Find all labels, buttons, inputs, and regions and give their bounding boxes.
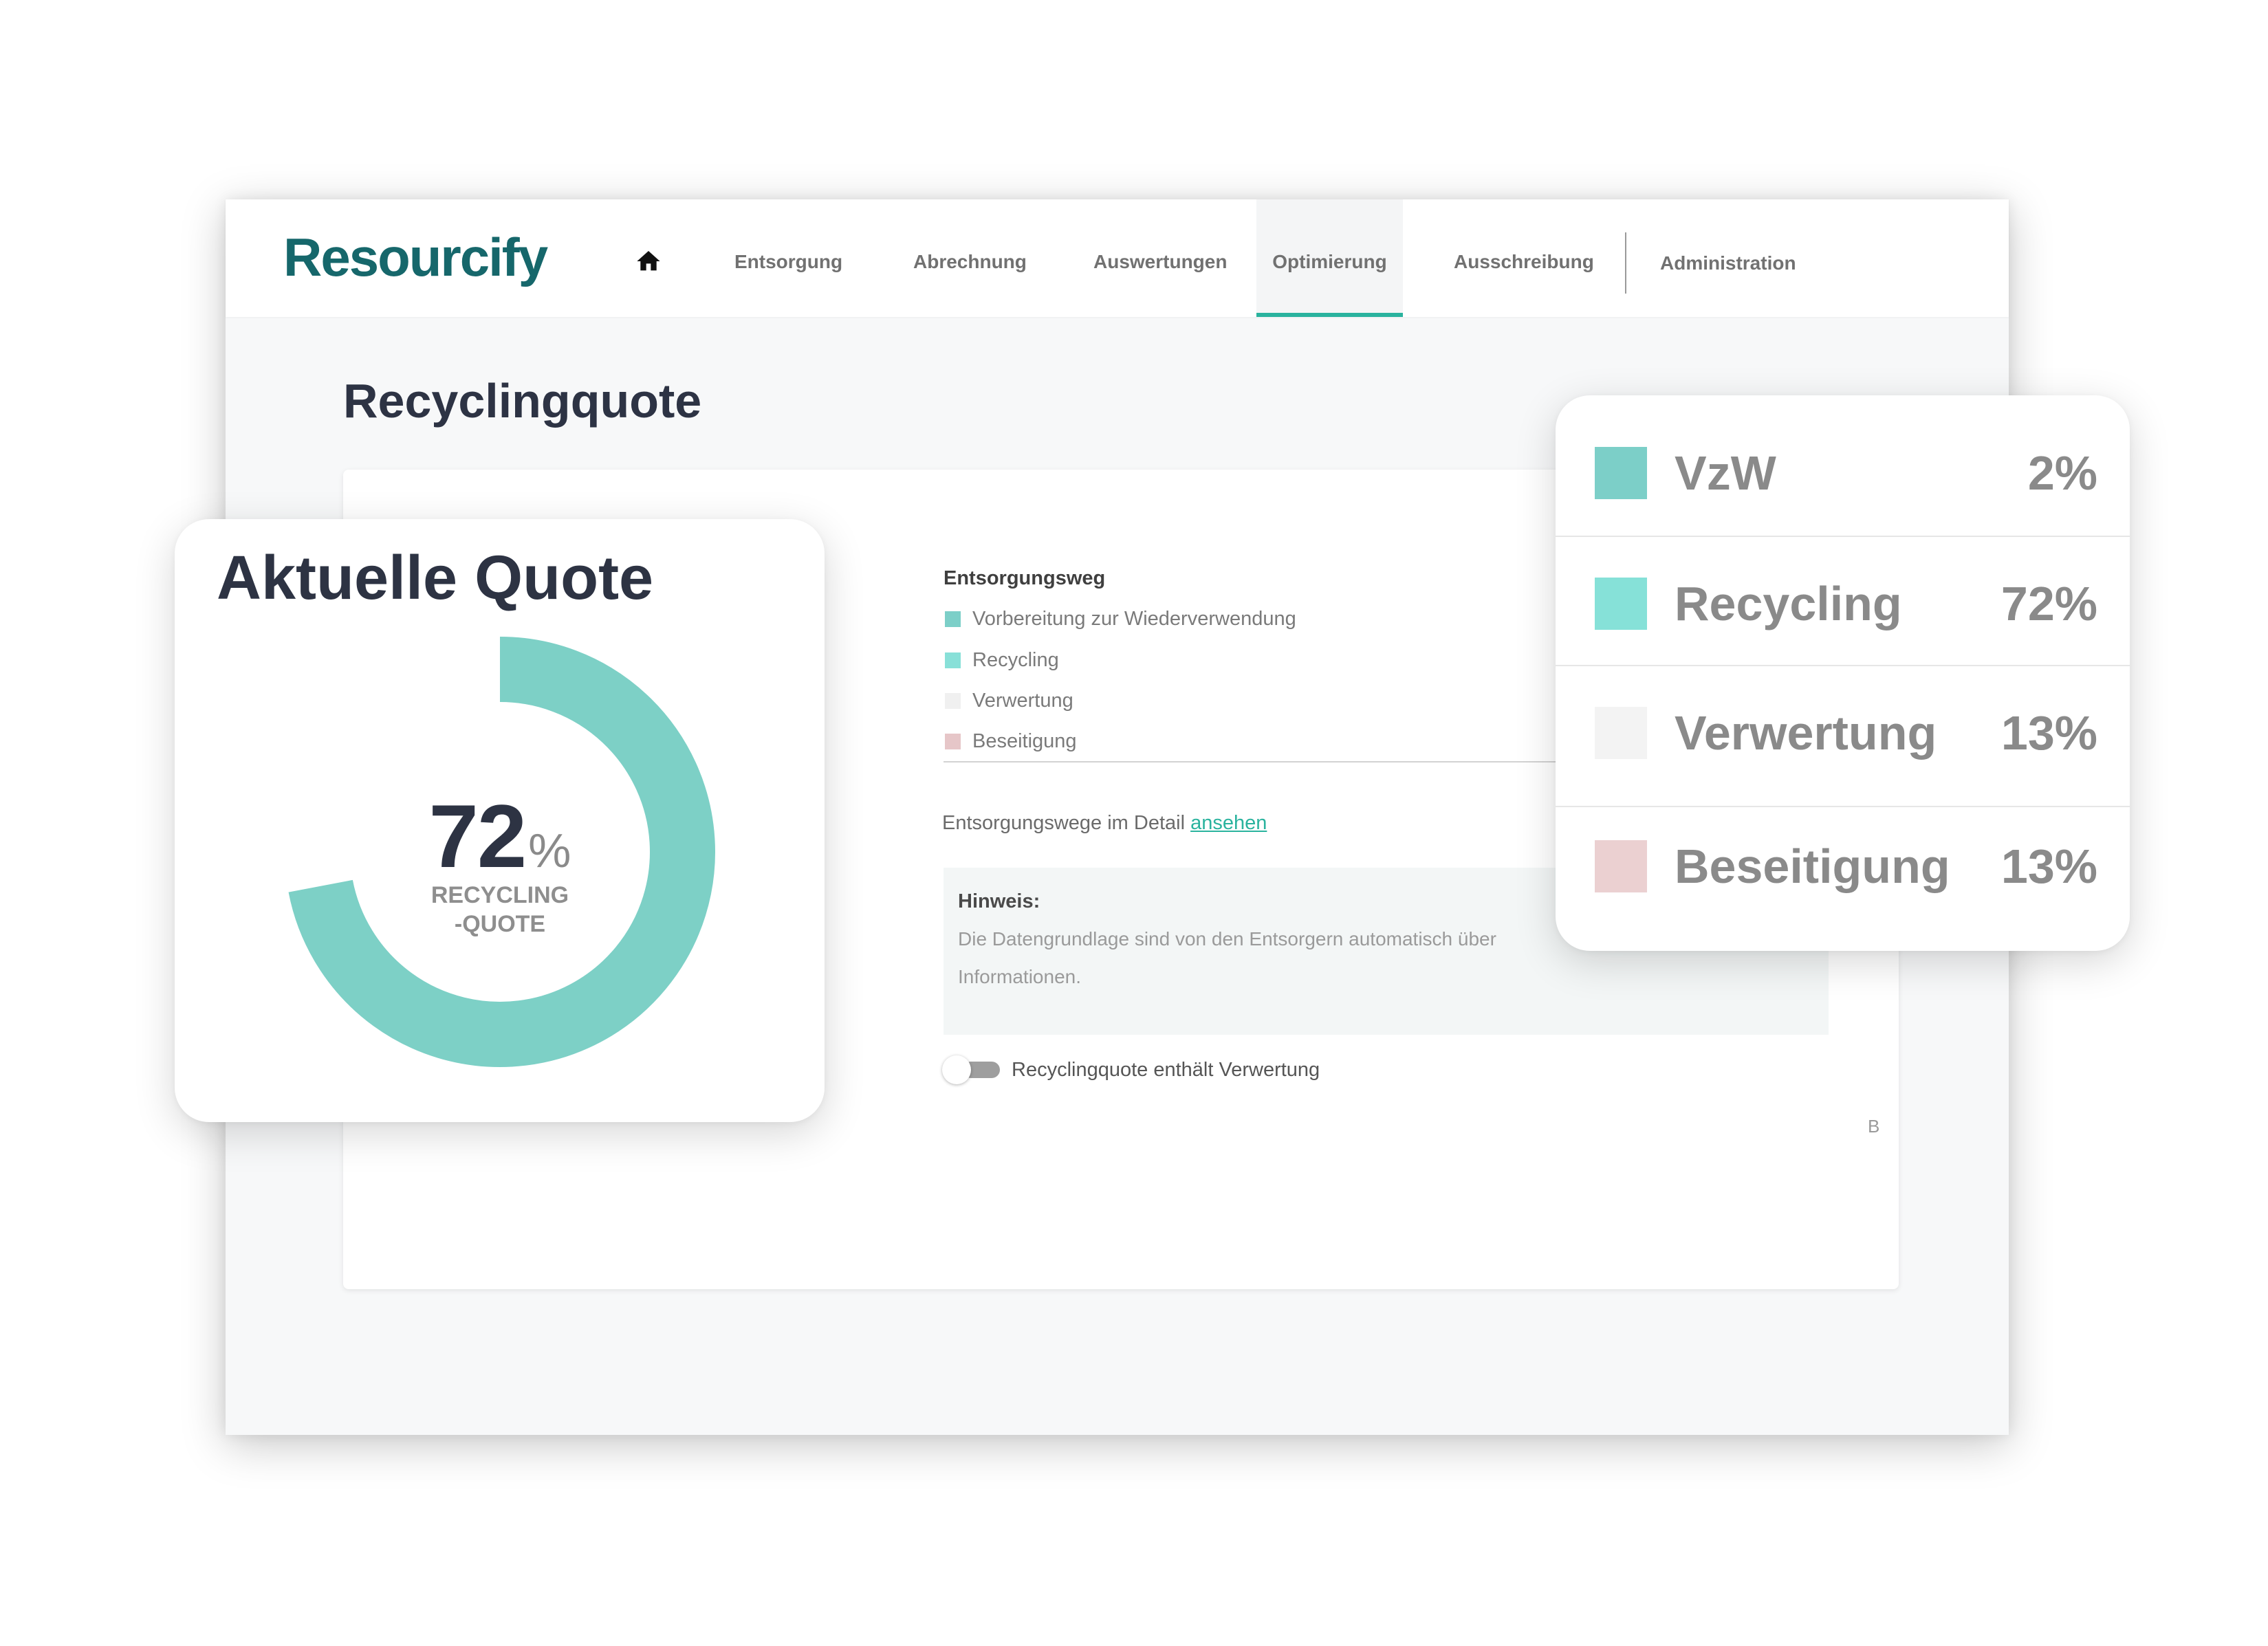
disposal-breakdown-card: VzW 2% Recycling 72% Verwertung 13% Bese… <box>1556 395 2130 951</box>
hint-text-line: Informationen. <box>958 966 1081 987</box>
legend-swatch <box>945 733 961 749</box>
breakdown-value: 13% <box>2000 706 2097 760</box>
breakdown-label: Beseitigung <box>1675 840 1950 893</box>
legend-item: Recycling <box>945 648 1059 672</box>
toggle-knob <box>942 1055 971 1084</box>
breakdown-swatch <box>1595 707 1647 759</box>
legend-swatch <box>945 611 961 627</box>
breakdown-swatch <box>1595 840 1647 892</box>
breakdown-label: Verwertung <box>1675 706 1937 760</box>
quote-card-title: Aktuelle Quote <box>217 544 654 613</box>
legend-item: Beseitigung <box>945 729 1077 754</box>
legend-label: Beseitigung <box>972 730 1077 752</box>
legend-item: Vorbereitung zur Wiederverwendung <box>945 606 1296 631</box>
page-title: Recyclingquote <box>343 374 702 428</box>
breakdown-row-beseitigung: Beseitigung 13% <box>1556 832 2130 901</box>
nav-item-optimierung[interactable]: Optimierung <box>1256 199 1403 317</box>
breakdown-label: VzW <box>1675 446 1776 500</box>
detail-text: Entsorgungswege im Detail <box>942 812 1186 834</box>
toggle-label: Recyclingquote enthält Verwertung <box>1012 1059 1320 1081</box>
breakdown-swatch <box>1595 578 1647 630</box>
detail-link[interactable]: ansehen <box>1190 812 1267 834</box>
verwertung-toggle[interactable] <box>942 1055 1000 1084</box>
top-navigation-bar: Resourcify Entsorgung Abrechnung Auswert… <box>226 199 2009 317</box>
breakdown-label: Recycling <box>1675 577 1902 630</box>
donut-caption-line: -QUOTE <box>454 911 546 937</box>
nav-item-ausschreibung[interactable]: Ausschreibung <box>1454 199 1594 317</box>
current-quote-card: Aktuelle Quote 72 % RECYCLING -QUOTE <box>175 519 825 1122</box>
hint-text-line: Die Datengrundlage sind von den Entsorge… <box>958 928 1496 950</box>
legend-label: Vorbereitung zur Wiederverwendung <box>972 608 1296 630</box>
breakdown-divider <box>1556 806 2130 807</box>
nav-item-auswertungen[interactable]: Auswertungen <box>1093 199 1227 317</box>
detail-line: Entsorgungswege im Detail ansehen <box>942 811 1267 835</box>
home-icon-glyph <box>637 251 660 271</box>
quote-unit: % <box>528 824 571 877</box>
legend-title: Entsorgungsweg <box>944 567 1106 589</box>
breakdown-value: 2% <box>2027 446 2097 500</box>
breakdown-divider <box>1556 665 2130 666</box>
legend-swatch <box>945 652 961 668</box>
nav-item-entsorgung[interactable]: Entsorgung <box>734 199 842 317</box>
breakdown-row-verwertung: Verwertung 13% <box>1556 699 2130 767</box>
hint-title: Hinweis: <box>958 890 1040 912</box>
donut-center-value: 72 % <box>362 791 637 881</box>
breakdown-row-recycling: Recycling 72% <box>1556 569 2130 638</box>
quote-percentage: 72 <box>428 786 527 886</box>
breakdown-value: 13% <box>2000 840 2097 893</box>
breakdown-divider <box>1556 536 2130 537</box>
donut-caption-line: RECYCLING <box>430 882 569 908</box>
corner-label: B <box>1868 1116 1880 1137</box>
breakdown-swatch <box>1595 447 1647 499</box>
breakdown-row-vzw: VzW 2% <box>1556 439 2130 507</box>
nav-item-abrechnung[interactable]: Abrechnung <box>913 199 1027 317</box>
nav-divider <box>1625 232 1626 294</box>
breakdown-value: 72% <box>2000 577 2097 630</box>
nav-item-administration[interactable]: Administration <box>1660 199 1796 317</box>
resourcify-logo[interactable]: Resourcify <box>283 226 548 289</box>
legend-label: Recycling <box>972 649 1059 671</box>
home-icon[interactable] <box>635 248 662 275</box>
legend-swatch <box>945 692 961 709</box>
legend-label: Verwertung <box>972 690 1073 712</box>
legend-item: Verwertung <box>945 688 1073 713</box>
